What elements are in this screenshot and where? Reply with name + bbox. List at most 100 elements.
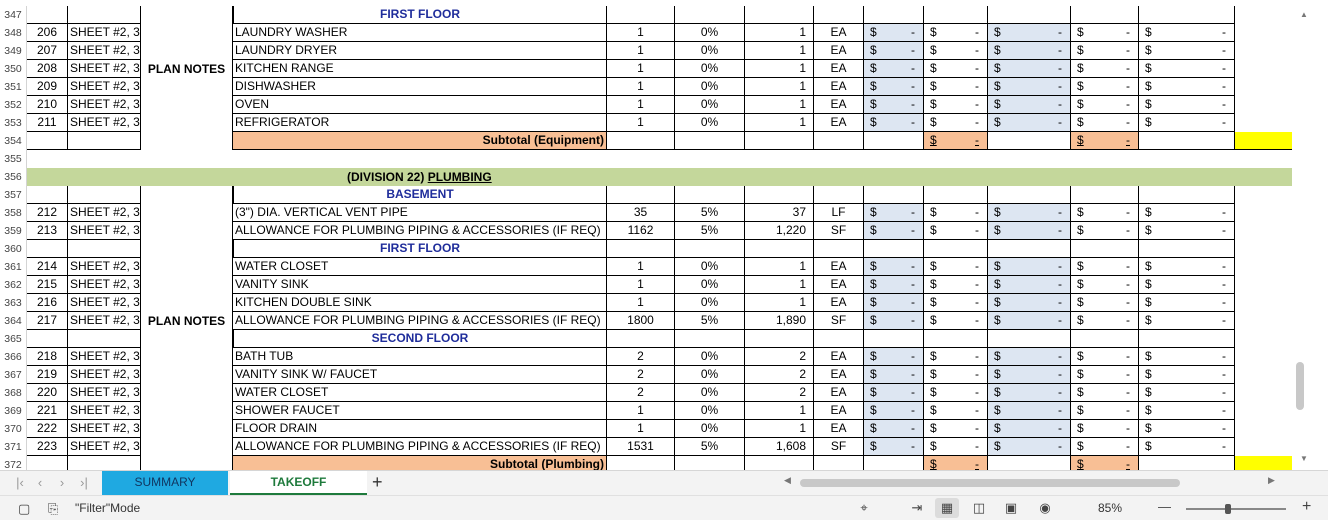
sheet-ref-cell[interactable]: SHEET #2, 3 xyxy=(68,24,141,42)
last-sheet-icon[interactable]: ›| xyxy=(74,475,94,490)
currency-cell[interactable]: $ - xyxy=(864,114,924,132)
empty-cell[interactable] xyxy=(675,150,745,168)
empty-cell[interactable] xyxy=(988,150,1071,168)
total-quantity-cell[interactable]: 1 xyxy=(745,420,814,438)
currency-cell[interactable]: $ - xyxy=(864,78,924,96)
item-number-cell[interactable]: 212 xyxy=(27,204,68,222)
quantity-cell[interactable]: 1 xyxy=(607,96,675,114)
horizontal-scroll-thumb[interactable] xyxy=(800,479,1180,487)
normal-view-icon[interactable]: ▦ xyxy=(935,498,959,518)
scroll-down-arrow-icon[interactable]: ▼ xyxy=(1299,454,1309,463)
empty-cell[interactable] xyxy=(814,150,864,168)
description-cell[interactable]: VANITY SINK xyxy=(233,276,607,294)
empty-cell[interactable] xyxy=(675,132,745,150)
currency-cell[interactable]: $ - xyxy=(988,366,1071,384)
currency-cell[interactable]: $ - xyxy=(1071,114,1139,132)
eye-view-icon[interactable]: ◉ xyxy=(1033,498,1057,518)
currency-cell[interactable]: $ - xyxy=(864,222,924,240)
waste-percent-cell[interactable]: 5% xyxy=(675,312,745,330)
unit-cell[interactable]: EA xyxy=(814,276,864,294)
currency-cell[interactable]: $ - xyxy=(1139,78,1235,96)
total-quantity-cell[interactable]: 2 xyxy=(745,366,814,384)
unit-cell[interactable]: EA xyxy=(814,294,864,312)
currency-cell[interactable]: $ - xyxy=(1071,258,1139,276)
section-header[interactable]: SECOND FLOOR xyxy=(233,330,607,348)
description-cell[interactable]: KITCHEN RANGE xyxy=(233,60,607,78)
currency-cell[interactable]: $ - xyxy=(924,438,988,456)
description-cell[interactable]: BATH TUB xyxy=(233,348,607,366)
item-number-cell[interactable]: 222 xyxy=(27,420,68,438)
currency-cell[interactable]: $ - xyxy=(988,348,1071,366)
row-number-header[interactable]: 368 xyxy=(0,384,27,402)
empty-cell[interactable] xyxy=(864,6,924,24)
zoom-out-icon[interactable]: — xyxy=(1158,499,1171,514)
unit-cell[interactable]: EA xyxy=(814,42,864,60)
item-number-cell[interactable]: 221 xyxy=(27,402,68,420)
quantity-cell[interactable]: 1 xyxy=(607,294,675,312)
currency-cell[interactable]: $ - xyxy=(924,42,988,60)
sheet-ref-cell[interactable] xyxy=(68,186,141,204)
currency-cell[interactable]: $ - xyxy=(1071,42,1139,60)
empty-cell[interactable] xyxy=(814,132,864,150)
currency-cell[interactable]: $ - xyxy=(924,222,988,240)
prev-sheet-icon[interactable]: ‹ xyxy=(30,475,50,490)
currency-cell[interactable]: $ - xyxy=(864,258,924,276)
quantity-cell[interactable]: 1 xyxy=(607,276,675,294)
description-cell[interactable]: ALLOWANCE FOR PLUMBING PIPING & ACCESSOR… xyxy=(233,312,607,330)
item-number-cell[interactable] xyxy=(27,132,68,150)
currency-cell[interactable]: $ - xyxy=(988,96,1071,114)
currency-cell[interactable]: $ - xyxy=(1139,366,1235,384)
description-cell[interactable]: (3") DIA. VERTICAL VENT PIPE xyxy=(233,204,607,222)
row-number-header[interactable]: 360 xyxy=(0,240,27,258)
currency-cell[interactable]: $ - xyxy=(924,96,988,114)
currency-cell[interactable]: $ - xyxy=(1071,438,1139,456)
empty-cell[interactable] xyxy=(924,150,988,168)
item-number-cell[interactable]: 219 xyxy=(27,366,68,384)
quantity-cell[interactable]: 1 xyxy=(607,114,675,132)
total-quantity-cell[interactable]: 1,220 xyxy=(745,222,814,240)
section-header[interactable]: FIRST FLOOR xyxy=(233,6,607,24)
currency-cell[interactable]: $ - xyxy=(988,222,1071,240)
row-number-header[interactable]: 349 xyxy=(0,42,27,60)
unit-cell[interactable]: EA xyxy=(814,420,864,438)
scroll-left-arrow-icon[interactable]: ◀ xyxy=(784,475,791,486)
next-sheet-icon[interactable]: › xyxy=(52,475,72,490)
currency-cell[interactable]: $ - xyxy=(1071,276,1139,294)
total-quantity-cell[interactable]: 1 xyxy=(745,96,814,114)
row-number-header[interactable]: 366 xyxy=(0,348,27,366)
currency-cell[interactable]: $ - xyxy=(1071,222,1139,240)
sheet-ref-cell[interactable]: SHEET #2, 3 xyxy=(68,222,141,240)
currency-cell[interactable]: $ - xyxy=(988,276,1071,294)
total-quantity-cell[interactable]: 37 xyxy=(745,204,814,222)
vertical-scrollbar[interactable]: ▲ ▼ xyxy=(1292,6,1328,468)
empty-cell[interactable] xyxy=(1139,240,1235,258)
zoom-level[interactable]: 85% xyxy=(1098,501,1122,515)
currency-cell[interactable]: $ - xyxy=(1139,438,1235,456)
row-number-header[interactable]: 352 xyxy=(0,96,27,114)
row-number-header[interactable]: 362 xyxy=(0,276,27,294)
section-header[interactable]: FIRST FLOOR xyxy=(233,240,607,258)
quantity-cell[interactable]: 1 xyxy=(607,60,675,78)
empty-cell[interactable] xyxy=(924,240,988,258)
currency-cell[interactable]: $ - xyxy=(924,294,988,312)
unit-cell[interactable]: EA xyxy=(814,114,864,132)
currency-cell[interactable]: $ - xyxy=(988,42,1071,60)
row-number-header[interactable]: 356 xyxy=(0,168,27,186)
empty-cell[interactable] xyxy=(27,150,68,168)
currency-cell[interactable]: $ - xyxy=(988,24,1071,42)
quantity-cell[interactable]: 35 xyxy=(607,204,675,222)
description-cell[interactable]: ALLOWANCE FOR PLUMBING PIPING & ACCESSOR… xyxy=(233,222,607,240)
currency-cell[interactable]: $ - xyxy=(924,402,988,420)
currency-cell[interactable]: $ - xyxy=(924,366,988,384)
plan-notes-cell[interactable] xyxy=(140,24,233,42)
row-number-header[interactable]: 354 xyxy=(0,132,27,150)
currency-cell[interactable]: $ - xyxy=(924,312,988,330)
empty-cell[interactable] xyxy=(745,330,814,348)
item-number-cell[interactable] xyxy=(27,330,68,348)
empty-cell[interactable] xyxy=(864,186,924,204)
empty-cell[interactable] xyxy=(1139,6,1235,24)
item-number-cell[interactable]: 207 xyxy=(27,42,68,60)
quantity-cell[interactable]: 1 xyxy=(607,42,675,60)
zoom-slider-track[interactable] xyxy=(1186,508,1286,510)
plan-notes-cell[interactable] xyxy=(140,366,233,384)
